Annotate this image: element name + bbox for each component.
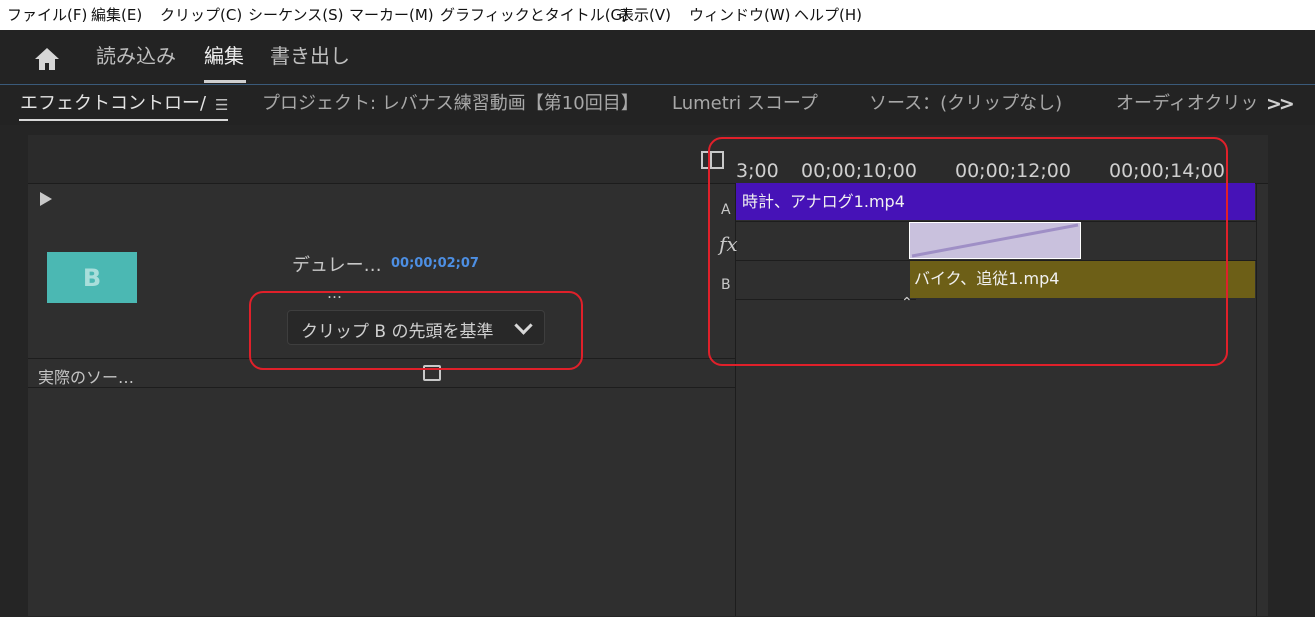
panel-tab-bar: エフェクトコントロー/ ☰ プロジェクト: レバナス練習動画【第10回目】 Lu…: [0, 85, 1315, 125]
tab-project[interactable]: プロジェクト: レバナス練習動画【第10回目】: [262, 93, 639, 115]
tab-audio-clip-mixer[interactable]: オーディオクリッ: [1116, 93, 1258, 115]
tab-lumetri-scopes[interactable]: Lumetri スコープ: [672, 93, 818, 115]
tab-source[interactable]: ソース：(クリップなし): [869, 93, 1062, 115]
menu-bar: ファイル(F) 編集(E) クリップ(C) シーケンス(S) マーカー(M) グ…: [0, 0, 1315, 30]
active-workspace-indicator: [204, 80, 246, 83]
menu-help[interactable]: ヘルプ(H): [794, 6, 862, 24]
menu-edit[interactable]: 編集(E): [91, 6, 142, 24]
menu-sequence[interactable]: シーケンス(S): [248, 6, 343, 24]
divider: [28, 387, 736, 388]
active-tab-indicator: [19, 119, 228, 121]
menu-window[interactable]: ウィンドウ(W): [689, 6, 791, 24]
duration-value[interactable]: 00;00;02;07: [391, 256, 479, 271]
menu-view[interactable]: 表示(V): [619, 6, 671, 24]
highlight-timeline-annotation: [708, 137, 1228, 366]
tab-effect-controls[interactable]: エフェクトコントロー/: [20, 93, 210, 115]
workspace-tab-export[interactable]: 書き出し: [270, 43, 350, 69]
more-tabs-icon[interactable]: >>: [1266, 93, 1295, 115]
menu-graphics[interactable]: グラフィックとタイトル(G): [440, 6, 628, 24]
panel-menu-icon[interactable]: ☰: [215, 96, 228, 114]
menu-marker[interactable]: マーカー(M): [349, 6, 434, 24]
workspace-bar: 読み込み 編集 書き出し: [0, 30, 1315, 84]
workspace-tab-edit[interactable]: 編集: [204, 43, 244, 69]
play-transition-icon[interactable]: [40, 192, 52, 206]
home-icon[interactable]: [33, 46, 61, 72]
highlight-dropdown-annotation: [249, 291, 583, 370]
transition-thumbnail: B: [47, 252, 137, 303]
menu-file[interactable]: ファイル(F): [7, 6, 87, 24]
timeline-right-edge: [1256, 183, 1257, 616]
show-actual-sources-label: 実際のソー…: [38, 368, 135, 387]
workspace-tab-import[interactable]: 読み込み: [96, 43, 176, 69]
duration-label: デュレー…: [292, 255, 382, 276]
menu-clip[interactable]: クリップ(C): [160, 6, 242, 24]
thumbnail-letter: B: [82, 263, 102, 292]
